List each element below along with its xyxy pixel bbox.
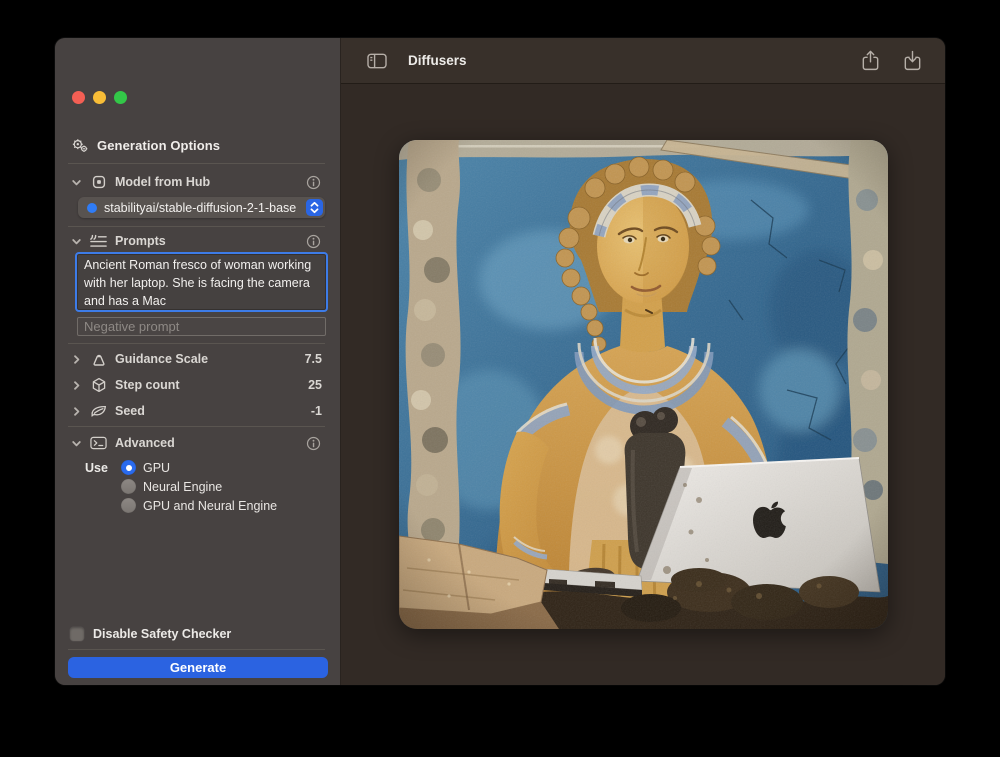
safety-checkbox[interactable]	[70, 627, 84, 641]
seed-value: -1	[311, 404, 322, 418]
radio-row-neural-engine[interactable]: Neural Engine	[85, 477, 277, 496]
info-icon[interactable]	[305, 174, 322, 190]
radio-gpu-and-neural-engine[interactable]	[121, 498, 136, 513]
divider	[68, 343, 325, 344]
image-canvas	[341, 84, 945, 685]
radio-row-gpu-and-neural-engine[interactable]: GPU and Neural Engine	[85, 496, 277, 515]
advanced-section-label: Advanced	[115, 436, 175, 450]
zoom-window-button[interactable]	[114, 91, 127, 104]
diffusers-window: Generation Options Model from Hub	[55, 38, 945, 685]
generated-image[interactable]	[399, 140, 888, 629]
radio-gpu[interactable]	[121, 460, 136, 475]
save-icon[interactable]	[898, 48, 926, 74]
safety-checkbox-label: Disable Safety Checker	[93, 627, 231, 641]
model-dropdown[interactable]: stabilityai/stable-diffusion-2-1-base	[78, 197, 325, 218]
prompts-row[interactable]: Prompts	[71, 231, 322, 251]
terminal-icon	[90, 435, 107, 451]
radio-gpu-and-neural-engine-label: GPU and Neural Engine	[143, 499, 277, 513]
guidance-scale-value: 7.5	[305, 352, 322, 366]
sidebar: Generation Options Model from Hub	[55, 38, 341, 685]
main-content: Diffusers	[341, 38, 945, 685]
window-title: Diffusers	[408, 53, 467, 68]
text-quote-icon	[90, 233, 107, 249]
guidance-scale-label: Guidance Scale	[115, 352, 208, 366]
use-label: Use	[85, 461, 121, 475]
radio-neural-engine[interactable]	[121, 479, 136, 494]
sidebar-title: Generation Options	[97, 138, 220, 153]
radio-neural-engine-label: Neural Engine	[143, 480, 222, 494]
sidebar-toggle-icon[interactable]	[363, 48, 391, 74]
chevron-down-icon[interactable]	[71, 236, 82, 247]
info-icon[interactable]	[305, 233, 322, 249]
chevron-right-icon[interactable]	[71, 354, 82, 365]
model-from-hub-row[interactable]: Model from Hub	[71, 172, 322, 192]
traffic-lights	[72, 91, 127, 104]
leaf-icon	[90, 403, 107, 419]
prompt-input[interactable]: Ancient Roman fresco of woman working wi…	[77, 254, 326, 310]
titlebar: Diffusers	[341, 38, 945, 84]
step-count-value: 25	[308, 378, 322, 392]
prompts-section-label: Prompts	[115, 234, 166, 248]
chip-icon	[90, 174, 107, 190]
close-window-button[interactable]	[72, 91, 85, 104]
gears-icon	[71, 137, 88, 153]
model-dropdown-value: stabilityai/stable-diffusion-2-1-base	[104, 201, 306, 215]
divider	[68, 649, 325, 650]
divider	[68, 426, 325, 427]
info-icon[interactable]	[305, 435, 322, 451]
generate-button[interactable]: Generate	[68, 657, 328, 678]
divider	[68, 163, 325, 164]
generation-options-header: Generation Options	[71, 137, 220, 153]
divider	[68, 226, 325, 227]
chevron-down-icon[interactable]	[71, 438, 82, 449]
step-count-row[interactable]: Step count 25	[71, 375, 322, 395]
weight-icon	[90, 351, 107, 367]
model-section-label: Model from Hub	[115, 175, 210, 189]
guidance-scale-row[interactable]: Guidance Scale 7.5	[71, 349, 322, 369]
dropdown-stepper-icon[interactable]	[306, 199, 323, 216]
negative-prompt-input[interactable]	[77, 317, 326, 336]
share-icon[interactable]	[856, 48, 884, 74]
desktop: Generation Options Model from Hub	[0, 0, 1000, 757]
seed-label: Seed	[115, 404, 145, 418]
advanced-row[interactable]: Advanced	[71, 433, 322, 453]
chevron-right-icon[interactable]	[71, 406, 82, 417]
seed-row[interactable]: Seed -1	[71, 401, 322, 421]
radio-gpu-label: GPU	[143, 461, 170, 475]
model-status-dot	[87, 203, 97, 213]
radio-row-gpu[interactable]: Use GPU	[85, 458, 277, 477]
step-count-label: Step count	[115, 378, 180, 392]
minimize-window-button[interactable]	[93, 91, 106, 104]
compute-unit-group: Use GPU Neural Engine GPU and Neural Eng…	[85, 458, 277, 515]
chevron-right-icon[interactable]	[71, 380, 82, 391]
disable-safety-checker-row[interactable]: Disable Safety Checker	[70, 627, 231, 641]
chevron-down-icon[interactable]	[71, 177, 82, 188]
cube-icon	[90, 377, 107, 393]
